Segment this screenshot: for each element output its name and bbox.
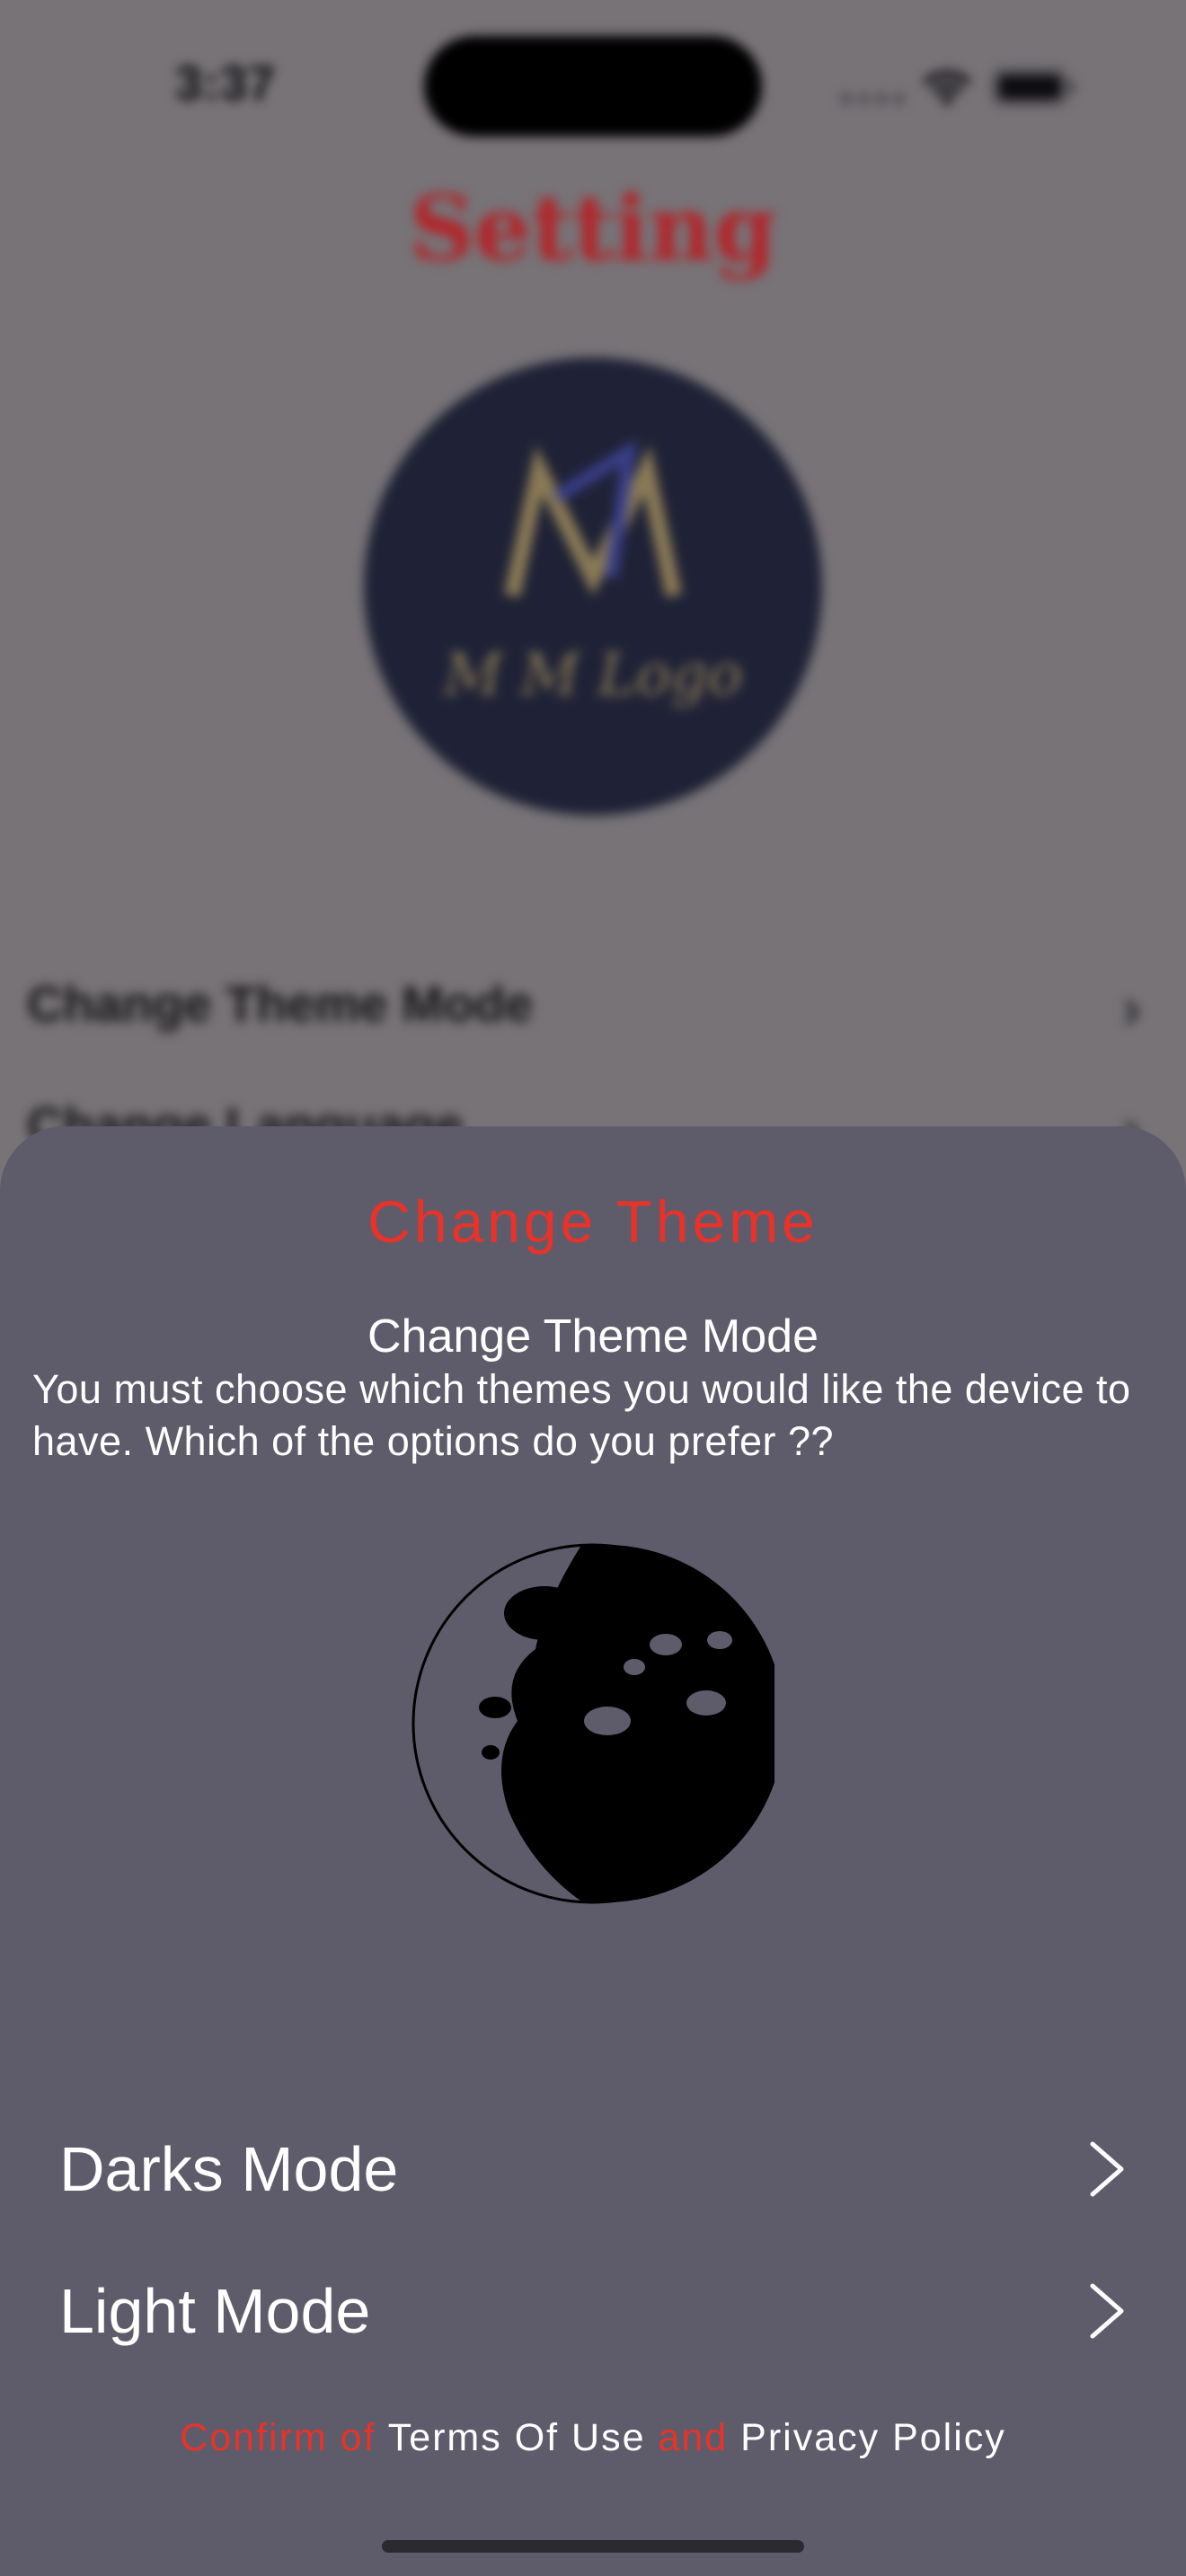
sheet-description: You must choose which themes you would l…	[32, 1366, 1131, 1464]
avatar: M M Logo	[364, 357, 822, 816]
chevron-right-icon	[1090, 2283, 1124, 2339]
terms-of-use-link[interactable]: Terms Of Use	[388, 2416, 646, 2459]
bg-row-label: Change Theme Mode	[27, 975, 534, 1032]
dark-mode-option[interactable]: Darks Mode	[59, 2120, 1127, 2219]
page-title: Setting	[409, 175, 777, 281]
terms-prefix: Confirm of	[180, 2416, 376, 2459]
battery-icon	[992, 68, 1074, 106]
bg-row-change-theme: Change Theme Mode ›	[27, 975, 1141, 1046]
home-indicator	[382, 2540, 804, 2553]
chevron-right-icon	[1090, 2141, 1124, 2197]
sheet-title: Change Theme	[367, 1188, 819, 1255]
cellular-signal-icon	[841, 93, 904, 106]
light-mode-label: Light Mode	[59, 2276, 371, 2346]
terms-conjunction: and	[658, 2416, 729, 2459]
sheet-subtitle: Change Theme Mode	[367, 1310, 819, 1363]
logo-text: M M Logo	[443, 642, 742, 709]
wifi-icon	[923, 70, 971, 106]
dynamic-island	[424, 36, 762, 137]
change-theme-sheet: Change Theme Change Theme Mode You must …	[0, 1126, 1186, 2576]
privacy-policy-link[interactable]: Privacy Policy	[740, 2416, 1006, 2459]
terms-notice: Confirm of Terms Of Use and Privacy Poli…	[0, 2416, 1186, 2460]
light-mode-option[interactable]: Light Mode	[59, 2262, 1127, 2360]
chevron-right-icon: ›	[1121, 975, 1141, 1040]
dark-mode-label: Darks Mode	[59, 2134, 399, 2204]
status-time: 3:37	[175, 57, 277, 110]
crescent-moon-icon	[412, 1543, 774, 1904]
